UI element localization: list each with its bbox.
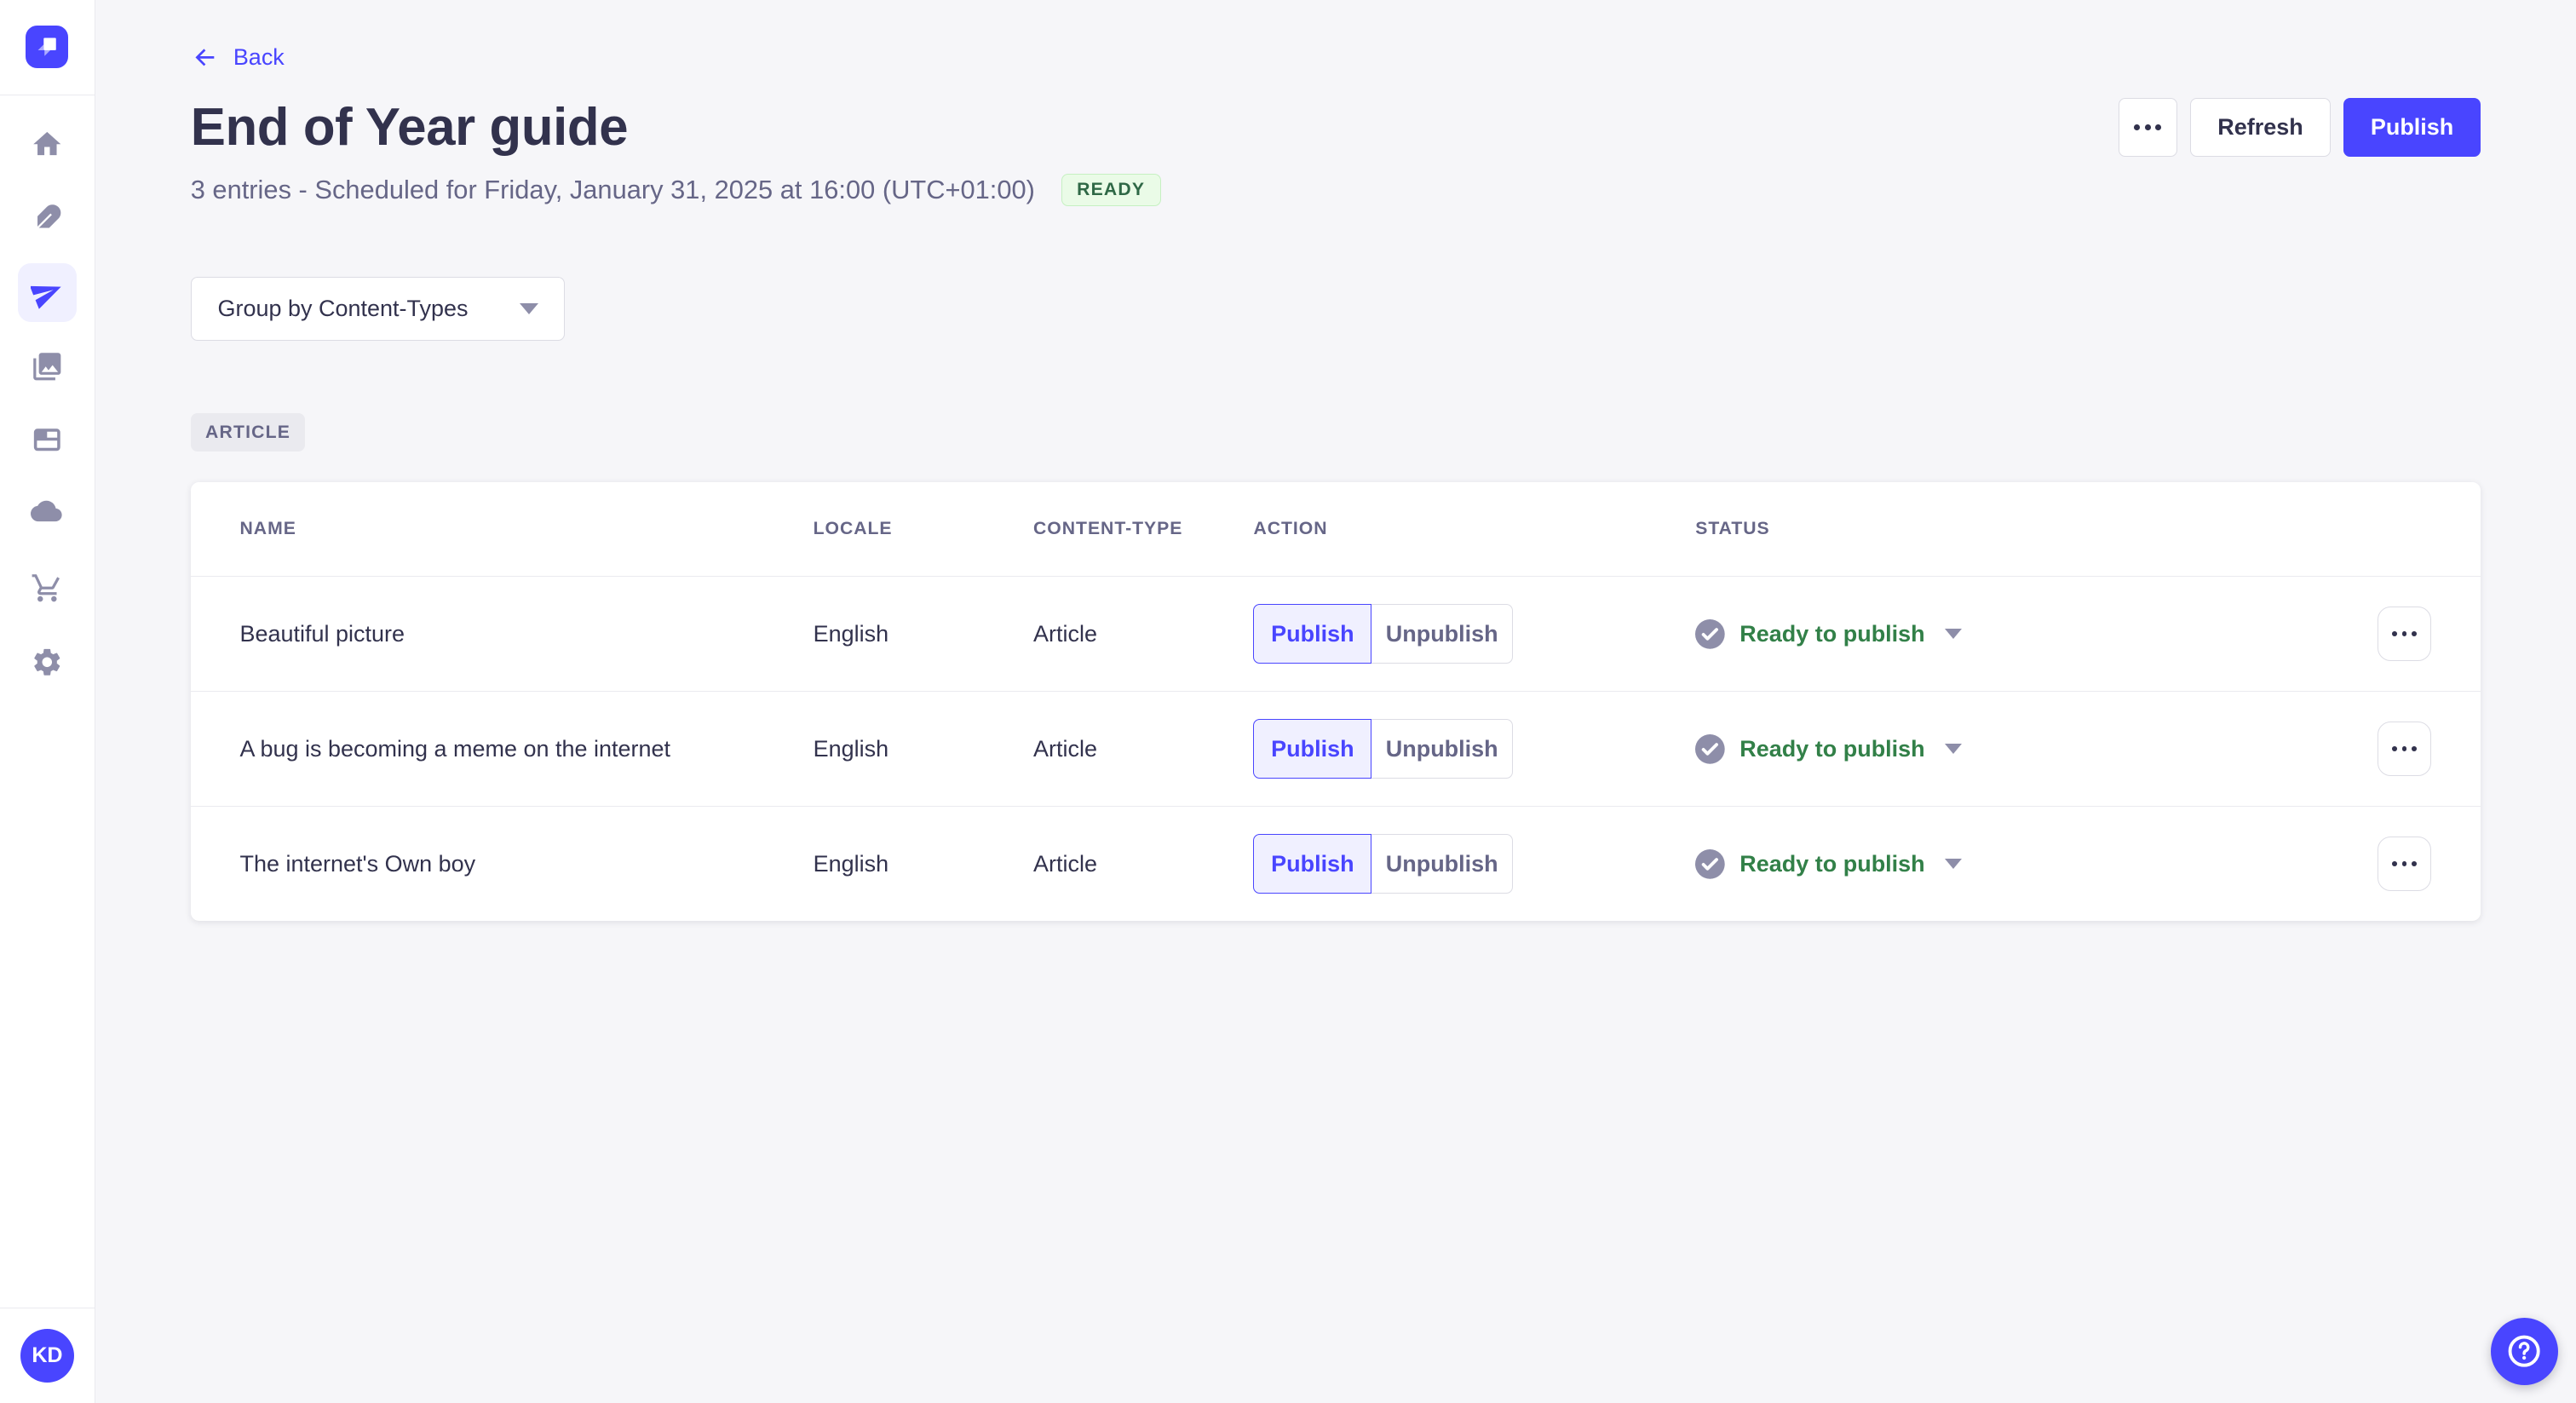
page-title: End of Year guide: [190, 98, 629, 158]
table-row: A bug is becoming a meme on the internet…: [190, 691, 2481, 806]
column-header-action: ACTION: [1253, 519, 1328, 539]
status-label: Ready to publish: [1739, 620, 1925, 647]
row-unpublish-button[interactable]: Unpublish: [1371, 834, 1514, 894]
strapi-logo-icon: [37, 37, 57, 57]
subtitle-row: 3 entries - Scheduled for Friday, Januar…: [190, 173, 2481, 207]
content-type-group-badge: ARTICLE: [190, 413, 306, 451]
sidebar-item-marketplace[interactable]: [18, 559, 77, 618]
user-avatar[interactable]: KD: [20, 1328, 75, 1383]
row-publish-button[interactable]: Publish: [1253, 604, 1372, 664]
layout-icon: [33, 428, 60, 451]
table-header-row: NAME LOCALE CONTENT-TYPE ACTION STATUS: [191, 482, 2481, 576]
paper-plane-icon: [31, 285, 61, 309]
entry-name: Beautiful picture: [239, 620, 405, 647]
sidebar-item-home[interactable]: [18, 115, 77, 174]
sidebar-item-content-manager[interactable]: [18, 189, 77, 248]
home-icon: [33, 132, 61, 156]
sidebar-footer: KD: [0, 1308, 95, 1403]
arrow-left-icon: [195, 49, 215, 66]
status-label: Ready to publish: [1739, 850, 1925, 877]
row-unpublish-button[interactable]: Unpublish: [1371, 604, 1514, 664]
release-more-button[interactable]: [2118, 98, 2177, 158]
media-library-icon: [33, 352, 61, 381]
sidebar-item-settings[interactable]: [18, 632, 77, 691]
group-by-label: Group by Content-Types: [217, 296, 469, 322]
entry-content-type: Article: [1033, 620, 1097, 647]
publish-release-button[interactable]: Publish: [2343, 98, 2481, 158]
action-toggle: Publish Unpublish: [1253, 719, 1695, 779]
row-publish-button[interactable]: Publish: [1253, 834, 1372, 894]
group-by-select[interactable]: Group by Content-Types: [190, 277, 566, 342]
sidebar-item-releases[interactable]: [17, 262, 78, 322]
cart-icon: [32, 574, 60, 602]
check-circle-icon: [1695, 733, 1725, 764]
sidebar-item-content-type-builder[interactable]: [18, 411, 77, 469]
feather-icon: [37, 204, 61, 229]
ellipsis-icon: [2392, 861, 2417, 867]
row-unpublish-button[interactable]: Unpublish: [1371, 719, 1514, 779]
row-publish-button[interactable]: Publish: [1253, 719, 1372, 779]
chevron-down-icon: [1944, 629, 1962, 640]
row-more-button[interactable]: [2377, 837, 2432, 891]
entry-content-type: Article: [1033, 850, 1097, 877]
check-circle-icon: [1695, 848, 1725, 879]
sidebar-nav: [0, 95, 95, 692]
chevron-down-icon: [519, 303, 538, 314]
table-row: The internet's Own boy English Article P…: [190, 806, 2481, 921]
column-header-name: NAME: [239, 519, 296, 539]
sidebar: KD: [0, 0, 95, 1403]
column-header-status: STATUS: [1695, 519, 1770, 539]
status-dropdown[interactable]: Ready to publish: [1695, 733, 2353, 764]
entry-name: The internet's Own boy: [239, 850, 476, 877]
cloud-icon: [31, 500, 62, 522]
action-toggle: Publish Unpublish: [1253, 834, 1695, 894]
sidebar-item-media-library[interactable]: [18, 336, 77, 395]
sidebar-item-deploy[interactable]: [18, 485, 77, 543]
refresh-button[interactable]: Refresh: [2190, 98, 2331, 158]
entry-locale: English: [813, 735, 889, 762]
column-header-locale: LOCALE: [813, 519, 893, 539]
check-circle-icon: [1695, 618, 1725, 649]
help-button[interactable]: [2490, 1317, 2558, 1385]
row-more-button[interactable]: [2377, 607, 2432, 662]
logo-area: [0, 0, 95, 95]
column-header-content-type: CONTENT-TYPE: [1033, 519, 1183, 539]
ellipsis-icon: [2392, 631, 2417, 637]
release-status-badge: READY: [1061, 173, 1161, 207]
status-dropdown[interactable]: Ready to publish: [1695, 848, 2353, 879]
title-row: End of Year guide Refresh Publish: [191, 93, 2481, 162]
header-actions: Refresh Publish: [2118, 98, 2481, 158]
app-window: KD Back End of Year guide Refresh Publis…: [0, 0, 2576, 1403]
back-link[interactable]: Back: [191, 39, 285, 75]
chevron-down-icon: [1944, 859, 1962, 870]
chevron-down-icon: [1944, 744, 1962, 755]
entry-name: A bug is becoming a meme on the internet: [239, 735, 671, 762]
ellipsis-icon: [2134, 124, 2162, 131]
strapi-logo[interactable]: [26, 26, 69, 69]
row-more-button[interactable]: [2377, 722, 2432, 776]
entry-locale: English: [813, 850, 889, 877]
status-dropdown[interactable]: Ready to publish: [1695, 618, 2353, 649]
ellipsis-icon: [2392, 746, 2417, 752]
entry-content-type: Article: [1033, 735, 1097, 762]
main-content: Back End of Year guide Refresh Publish 3…: [95, 0, 2576, 1403]
entry-locale: English: [813, 620, 889, 647]
status-label: Ready to publish: [1739, 735, 1925, 762]
table-row: Beautiful picture English Article Publis…: [190, 576, 2481, 691]
question-mark-icon: [2508, 1335, 2540, 1367]
gear-icon: [34, 648, 60, 676]
entries-table-card: NAME LOCALE CONTENT-TYPE ACTION STATUS B…: [190, 482, 2481, 922]
back-label: Back: [233, 43, 285, 70]
release-subtitle: 3 entries - Scheduled for Friday, Januar…: [190, 175, 1035, 205]
action-toggle: Publish Unpublish: [1253, 604, 1695, 664]
